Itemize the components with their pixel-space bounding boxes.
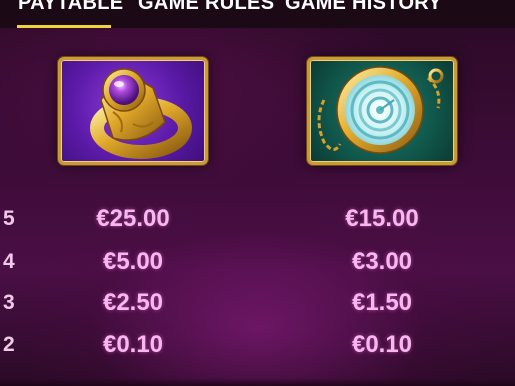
count-label-2: 2 <box>3 333 15 356</box>
count-label-3: 3 <box>3 291 15 314</box>
gold-ring-purple-gem-icon <box>90 68 192 159</box>
ring-symbol-card <box>58 57 208 165</box>
tab-game-history[interactable]: GAME HISTORY <box>285 0 442 15</box>
ring-payout-3: €2.50 <box>102 289 164 316</box>
bottom-fade <box>0 378 515 386</box>
watch-payout-3: €1.50 <box>351 289 413 316</box>
watch-payout-5: €15.00 <box>345 205 419 232</box>
tab-game-rules[interactable]: GAME RULES <box>138 0 274 15</box>
watch-payout-4: €3.00 <box>351 248 413 275</box>
watch-symbol-card <box>307 57 457 165</box>
tab-bar: PAYTABLE GAME RULES GAME HISTORY <box>0 0 515 28</box>
paytable-screen: PAYTABLE GAME RULES GAME HISTORY 5 4 3 2… <box>0 0 515 386</box>
ring-payout-5: €25.00 <box>96 205 170 232</box>
count-label-4: 4 <box>3 250 15 273</box>
gold-pocket-watch-icon <box>317 66 444 154</box>
tab-paytable[interactable]: PAYTABLE <box>18 0 123 15</box>
watch-payout-2: €0.10 <box>351 331 413 358</box>
ring-payout-4: €5.00 <box>102 248 164 275</box>
ring-payout-2: €0.10 <box>102 331 164 358</box>
count-label-5: 5 <box>3 207 15 230</box>
active-tab-underline <box>17 25 111 28</box>
